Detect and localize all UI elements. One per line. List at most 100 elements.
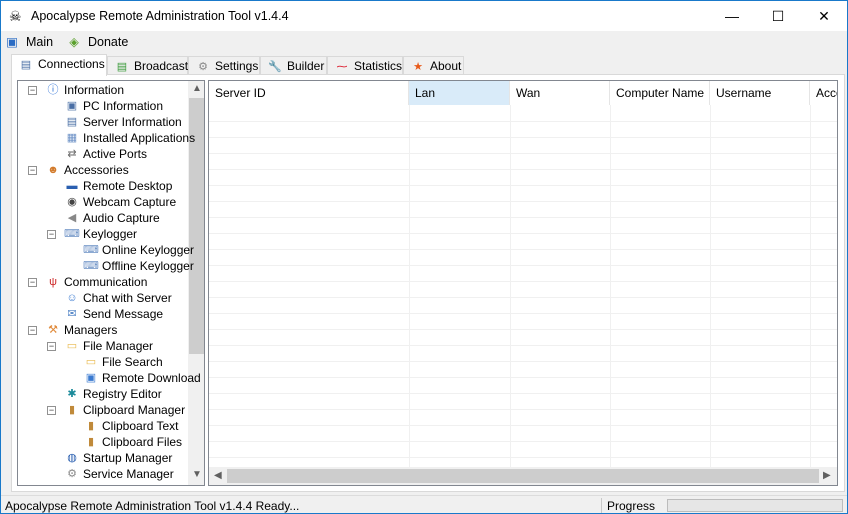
column-header[interactable]: Account	[810, 81, 837, 105]
tab-connections[interactable]: ▤ Connections	[11, 54, 107, 76]
collapse-toggle[interactable]: −	[28, 278, 37, 287]
column-gridline	[710, 105, 711, 467]
window-title: Apocalypse Remote Administration Tool v1…	[31, 9, 289, 23]
tree-item[interactable]: ⌨ Offline Keylogger	[83, 258, 194, 274]
tree-item[interactable]: ⓘ Information	[45, 82, 125, 98]
tree-item[interactable]: ⌨ Keylogger	[64, 226, 137, 242]
column-header[interactable]: Server ID	[209, 81, 409, 105]
tree-item[interactable]: ✉ Send Message	[64, 306, 163, 322]
feature-tree: ▲ ▼ ⓘ Information − ▣ PC Information ▤ Server …	[17, 80, 205, 486]
tree-item[interactable]: ▤ Server Information	[64, 114, 182, 130]
close-button[interactable]: ✕	[801, 1, 847, 31]
folder-icon: ▭	[66, 340, 78, 352]
scroll-left-icon[interactable]: ◀	[214, 470, 222, 481]
row-gridline	[209, 393, 837, 394]
collapse-toggle[interactable]: −	[28, 166, 37, 175]
tab-label: Settings	[215, 59, 259, 73]
tree-item[interactable]: ◉ Webcam Capture	[64, 194, 176, 210]
column-gridline	[610, 105, 611, 467]
scroll-up-icon[interactable]: ▲	[192, 83, 202, 94]
row-gridline	[209, 457, 837, 458]
row-gridline	[209, 409, 837, 410]
tree-item[interactable]: ◀ Audio Capture	[64, 210, 160, 226]
tree-item[interactable]: ▭ File Manager	[64, 338, 153, 354]
tree-item[interactable]: ▣ Remote Download	[83, 370, 201, 386]
tree-item[interactable]: ⇄ Active Ports	[64, 146, 147, 162]
clipboard-text-icon: ▮	[87, 420, 95, 432]
scrollbar-thumb[interactable]	[227, 469, 819, 483]
maximize-button[interactable]: ☐	[755, 1, 801, 31]
tree-item-label: Chat with Server	[83, 291, 172, 305]
column-header[interactable]: Wan	[510, 81, 610, 105]
tab-broadcast[interactable]: ▤ Broadcast	[107, 56, 188, 76]
tree-item[interactable]: ◍ Startup Manager	[64, 450, 172, 466]
tree-item-label: Webcam Capture	[83, 195, 177, 209]
download-icon: ▣	[85, 372, 97, 384]
tree-item-label: Clipboard Manager	[83, 403, 186, 417]
collapse-toggle[interactable]: −	[28, 326, 37, 335]
tree-item[interactable]: ψ Communication	[45, 274, 147, 290]
row-gridline	[209, 249, 837, 250]
tree-item[interactable]: ⚒ Managers	[45, 322, 117, 338]
tree-item-label: Send Message	[83, 307, 164, 321]
users-icon: ☻	[47, 164, 59, 176]
tree-item[interactable]: ▦ Installed Applications	[64, 130, 195, 146]
tree-item-label: Installed Applications	[83, 131, 196, 145]
tree-item-label: Registry Editor	[83, 387, 162, 401]
tree-item[interactable]: ▬ Remote Desktop	[64, 178, 173, 194]
tab-builder[interactable]: 🔧 Builder	[260, 56, 327, 76]
tab-statistics[interactable]: ⁓ Statistics	[327, 56, 403, 76]
apps-icon: ▦	[66, 132, 78, 144]
collapse-toggle[interactable]: −	[47, 342, 56, 351]
tree-item[interactable]: ▭ File Search	[83, 354, 163, 370]
tree-item-label: Managers	[64, 323, 118, 337]
tree-item-label: Remote Download	[102, 371, 201, 385]
row-gridline	[209, 297, 837, 298]
scroll-down-icon[interactable]: ▼	[192, 469, 202, 480]
tree-item[interactable]: ✱ Registry Editor	[64, 386, 162, 402]
tree-item-label: Clipboard Files	[102, 435, 183, 449]
column-header[interactable]: Computer Name	[610, 81, 710, 105]
minimize-button[interactable]: —	[709, 1, 755, 31]
webcam-icon: ◉	[67, 196, 77, 208]
menu-label: Main	[26, 35, 54, 49]
row-gridline	[209, 121, 837, 122]
menu-main[interactable]: ▣ Main	[4, 34, 53, 49]
tree-item[interactable]: ☺ Chat with Server	[64, 290, 172, 306]
collapse-toggle[interactable]: −	[47, 406, 56, 415]
tree-item[interactable]: ⌨ Online Keylogger	[83, 242, 194, 258]
tree-item[interactable]: ☻ Accessories	[45, 162, 128, 178]
mail-icon: ✉	[67, 308, 77, 320]
tree-item[interactable]: ▣ PC Information	[64, 98, 163, 114]
tree-item-label: Remote Desktop	[83, 179, 173, 193]
info-icon: ⓘ	[47, 84, 59, 96]
scroll-right-icon[interactable]: ▶	[823, 470, 831, 481]
tree-item[interactable]: ▮ Clipboard Manager	[64, 402, 185, 418]
folder-search-icon: ▭	[85, 356, 97, 368]
collapse-toggle[interactable]: −	[47, 230, 56, 239]
tree-item-label: PC Information	[83, 99, 164, 113]
tree-item[interactable]: ⚙ Service Manager	[64, 466, 174, 482]
column-header[interactable]: Username	[710, 81, 810, 105]
antenna-icon: ψ	[49, 276, 57, 288]
menu-donate[interactable]: ◈ Donate	[66, 34, 128, 49]
tab-about[interactable]: ★ About	[403, 56, 464, 76]
menu-bar: ▣ Main ◈ Donate	[1, 32, 847, 52]
progress-label: Progress	[607, 499, 656, 513]
collapse-toggle[interactable]: −	[28, 86, 37, 95]
tab-label: Broadcast	[134, 59, 189, 73]
speaker-icon: ◀	[67, 212, 77, 224]
desktop-icon: ▬	[66, 180, 78, 192]
tree-item[interactable]: ▮ Clipboard Text	[83, 418, 179, 434]
computer-icon: ▣	[66, 100, 78, 112]
windows-icon: ◍	[67, 452, 77, 464]
tab-settings[interactable]: ⚙ Settings	[188, 56, 260, 76]
row-gridline	[209, 201, 837, 202]
ports-icon: ⇄	[67, 148, 77, 160]
tree-item[interactable]: ▮ Clipboard Files	[83, 434, 182, 450]
table-horizontal-scrollbar[interactable]: ◀ ▶	[209, 467, 837, 485]
column-gridline	[409, 105, 410, 467]
column-header[interactable]: Lan	[409, 81, 510, 105]
row-gridline	[209, 313, 837, 314]
progress-bar	[667, 499, 843, 512]
